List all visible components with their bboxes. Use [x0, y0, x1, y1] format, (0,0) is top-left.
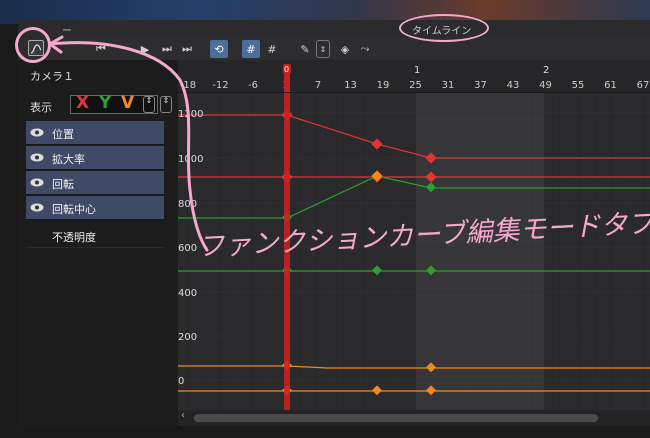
timeline-window: ー タイムライン ⏮ ▶ ⏭ ⏭ ⟲ # # ✎ ⇕ ◈ ⤳ カメラ１ 表示 X…	[0, 0, 650, 438]
annotation-arrow-line	[48, 41, 209, 252]
annotation-handwritten-text: ファンクションカーブ編集モードタブ	[197, 208, 650, 263]
annotation-overlay: ファンクションカーブ編集モードタブ	[48, 35, 650, 263]
